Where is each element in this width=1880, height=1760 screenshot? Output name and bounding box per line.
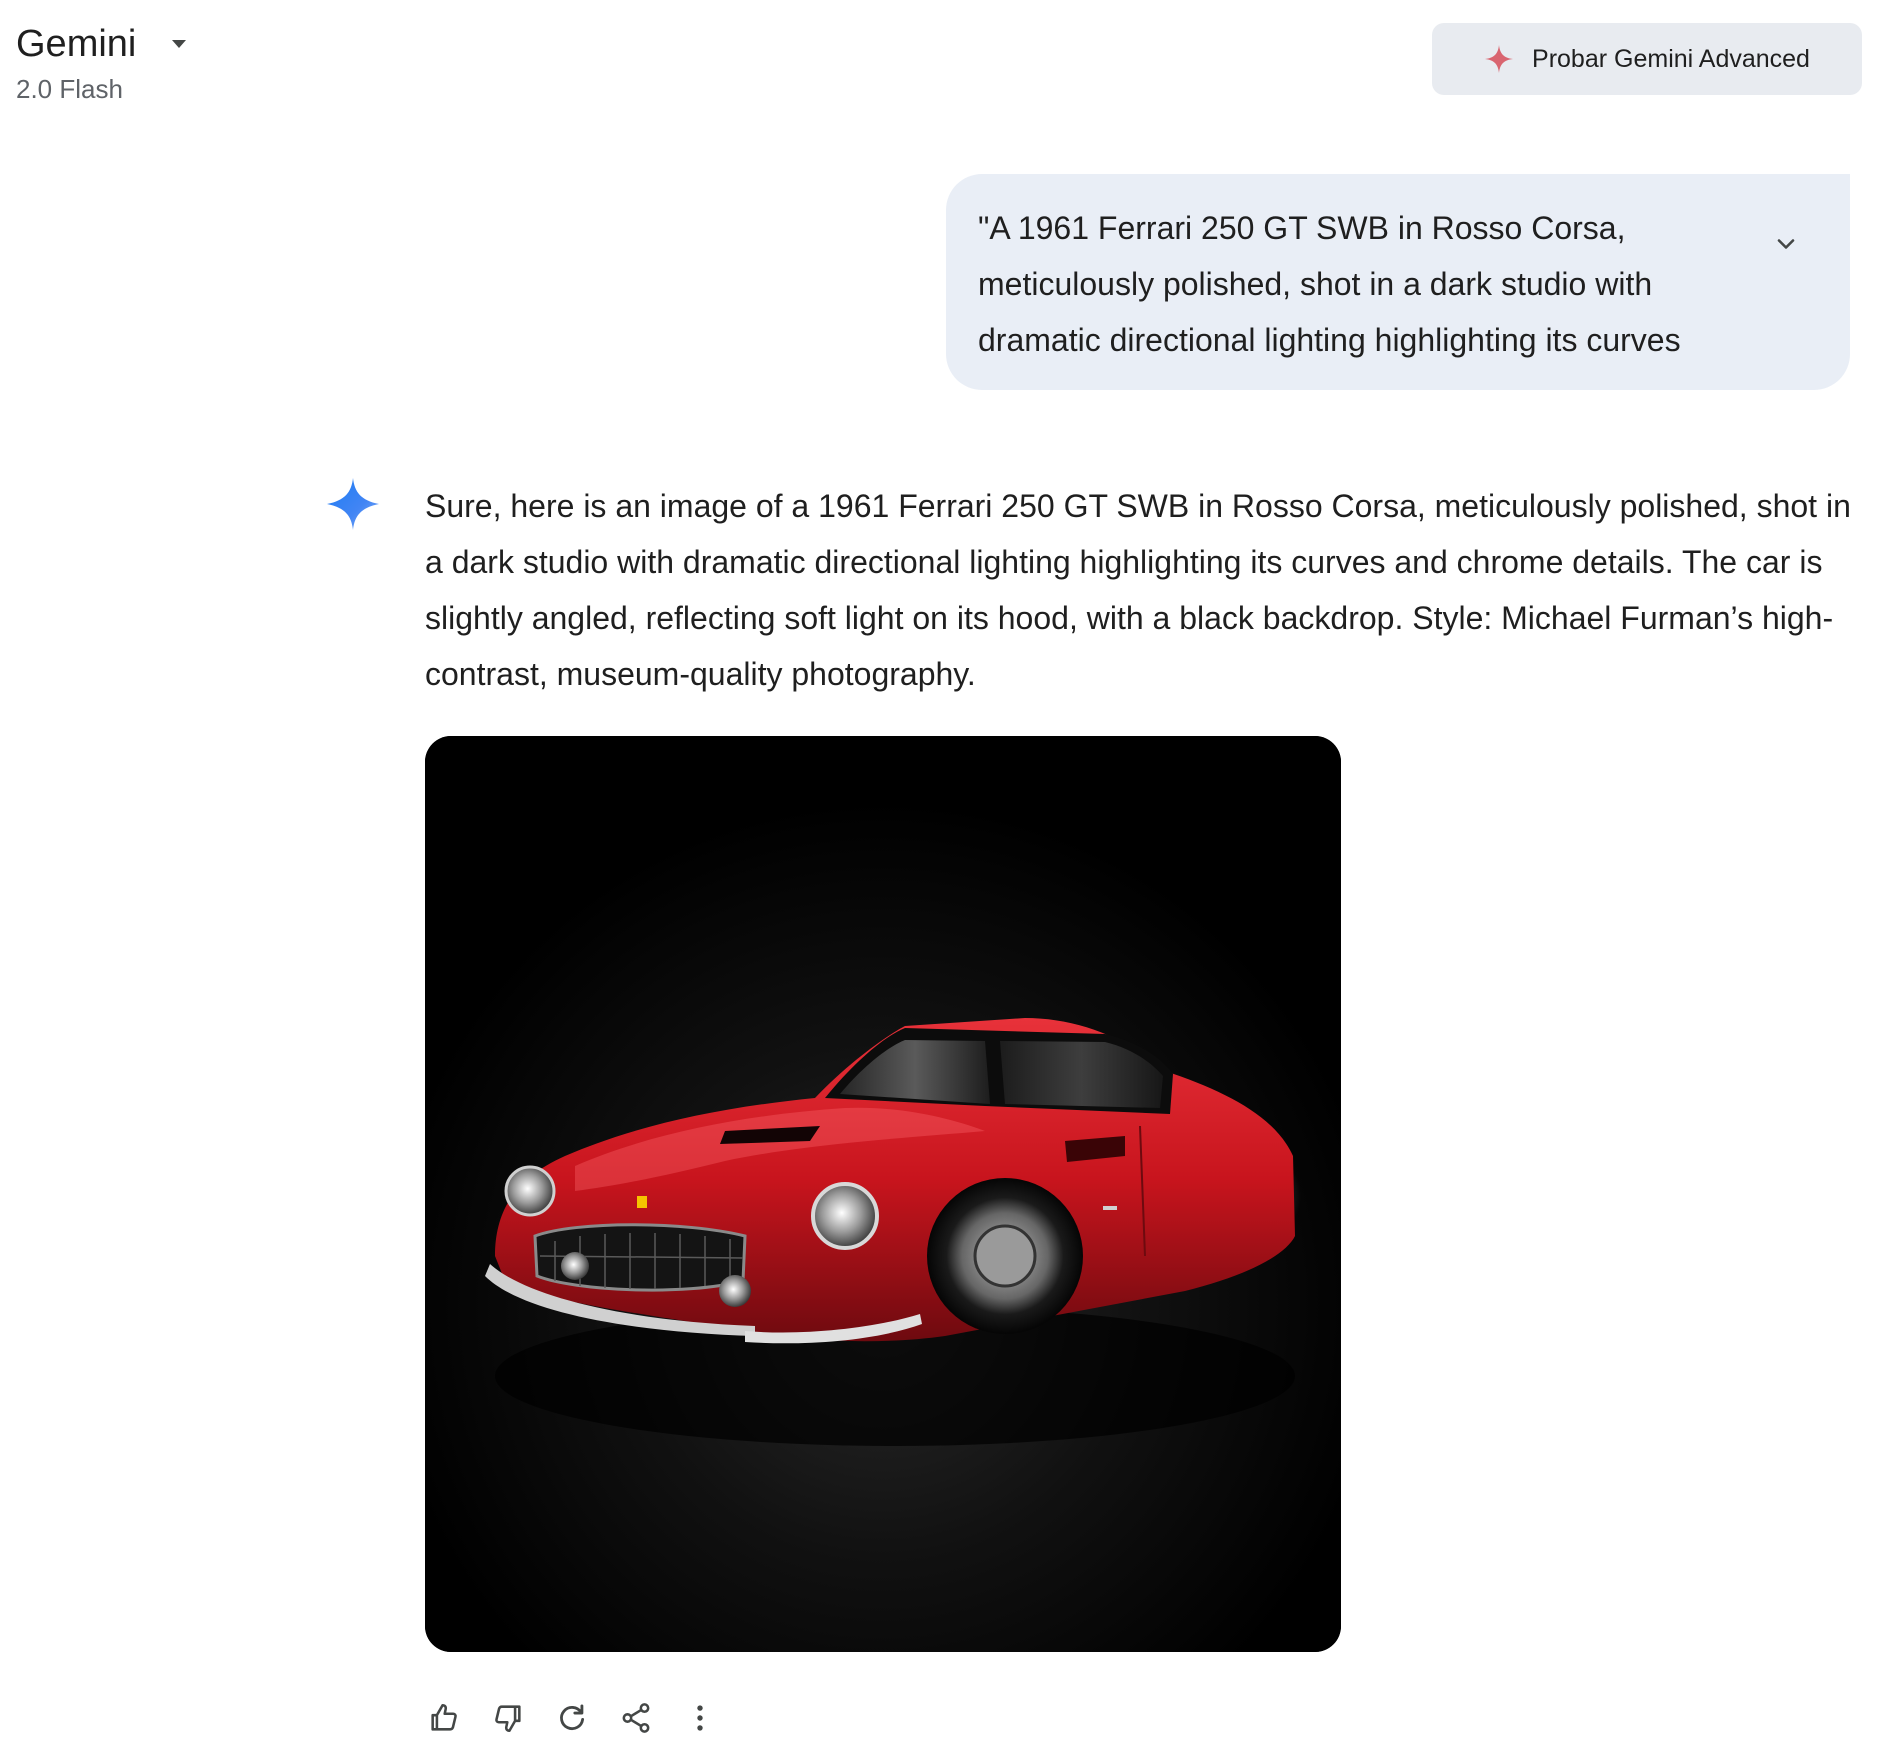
- redo-button[interactable]: [548, 1694, 596, 1742]
- generated-image[interactable]: [425, 736, 1341, 1652]
- expand-prompt-button[interactable]: [1766, 224, 1806, 264]
- user-prompt-text: "A 1961 Ferrari 250 GT SWB in Rosso Cors…: [978, 210, 1681, 358]
- model-version: 2.0 Flash: [16, 74, 123, 104]
- thumb-down-icon: [495, 1705, 521, 1733]
- bad-response-button[interactable]: [484, 1694, 532, 1742]
- try-gemini-advanced-button[interactable]: Probar Gemini Advanced: [1432, 23, 1862, 95]
- more-vert-icon: [697, 1705, 703, 1731]
- caret-down-icon[interactable]: [167, 32, 191, 56]
- good-response-button[interactable]: [420, 1694, 468, 1742]
- chevron-down-icon: [1777, 239, 1795, 249]
- redo-icon: [560, 1704, 585, 1731]
- share-icon: [622, 1703, 650, 1733]
- thumb-up-icon: [431, 1703, 457, 1731]
- share-button[interactable]: [612, 1694, 660, 1742]
- response-text: Sure, here is an image of a 1961 Ferrari…: [425, 488, 1851, 692]
- more-options-button[interactable]: [676, 1694, 724, 1742]
- gemini-sparkle-icon: [325, 476, 381, 532]
- user-prompt-bubble: "A 1961 Ferrari 250 GT SWB in Rosso Cors…: [946, 174, 1850, 390]
- spark-icon: [1484, 44, 1514, 74]
- app-title: Gemini: [16, 23, 137, 65]
- response-actions: [420, 1694, 724, 1742]
- model-switcher[interactable]: Gemini 2.0 Flash: [16, 20, 191, 106]
- ferrari-car-image: [425, 736, 1341, 1652]
- upgrade-label: Probar Gemini Advanced: [1532, 44, 1810, 73]
